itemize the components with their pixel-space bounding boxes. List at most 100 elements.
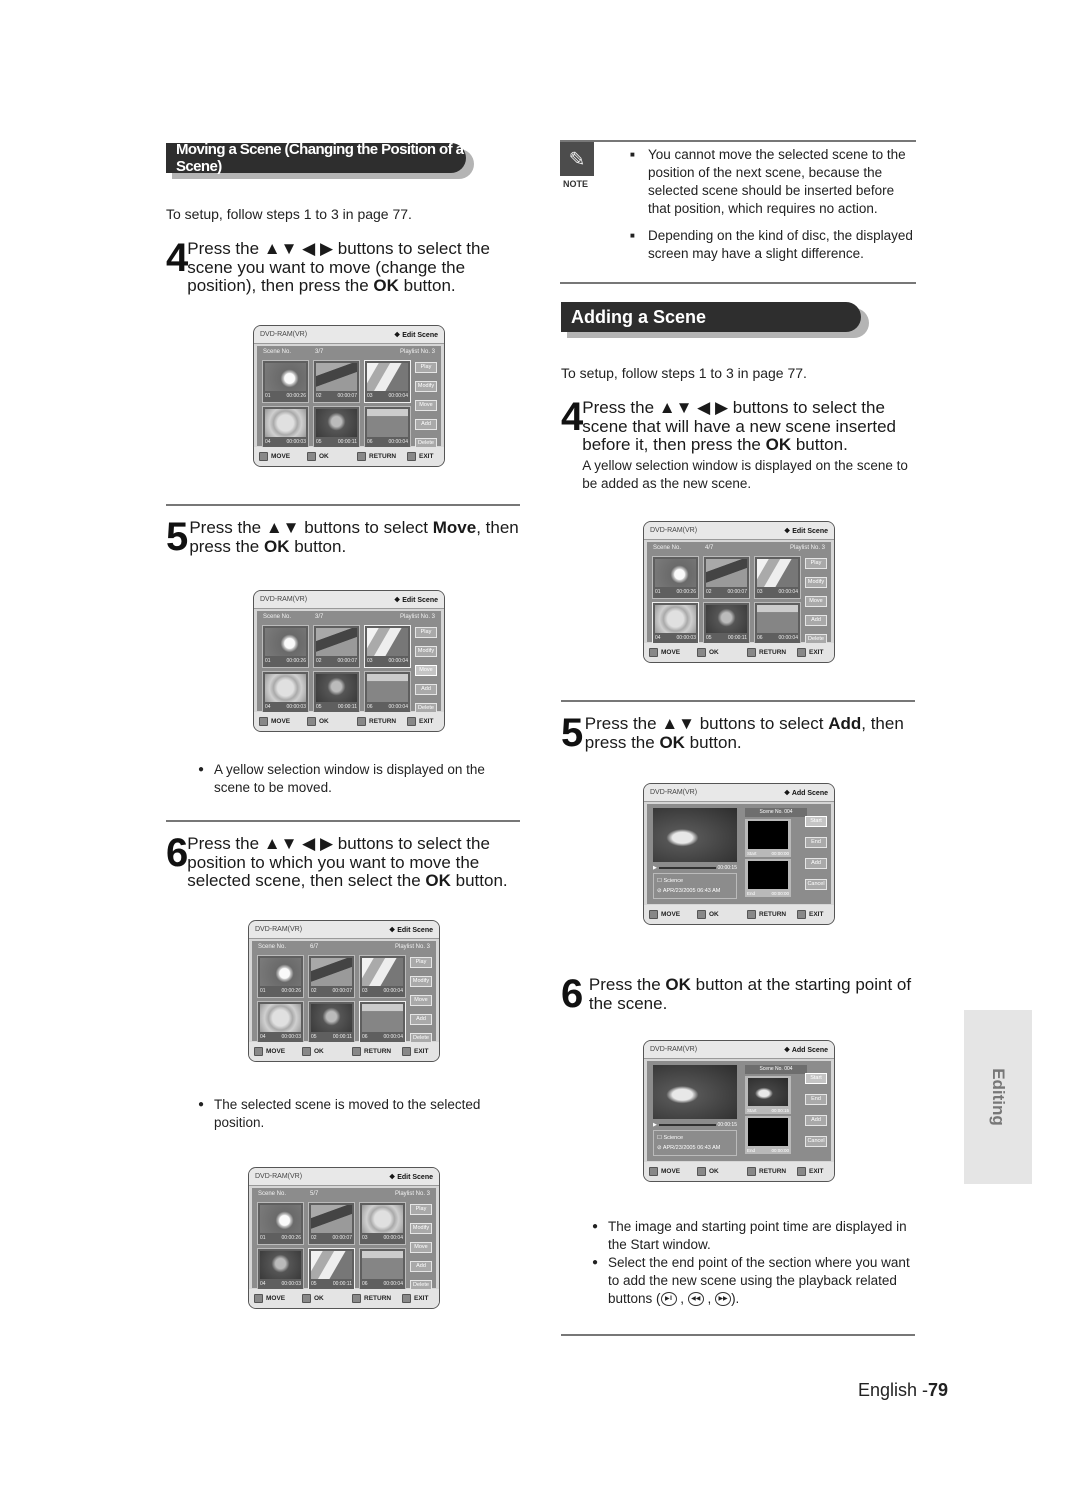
menu-button-end: End [805,1094,827,1105]
screen-body: Scene No. 3/7 Playlist No. 3 01 00:00:26 02 00… [257,346,441,449]
step-subtext: A yellow selection window is displayed o… [582,457,908,491]
screen-title: ❖ Edit Scene [393,331,438,339]
scene-caption: 01 00:00:26 [655,589,696,595]
scene-caption: 05 00:00:11 [316,439,357,445]
progress-bar: ▶ 00:00:15 [653,1122,737,1128]
scene-number: Scene No. 004 [745,808,807,817]
scene-caption: 05 00:00:11 [316,704,357,710]
disc-mode: DVD-RAM(VR) [255,926,303,933]
section-header-moving-scene: Moving a Scene (Changing the Position of… [166,141,474,179]
scene-thumbnail: 06 00:00:04 [364,406,411,449]
scene-thumbnail: 03 00:00:04 [359,955,406,998]
disc-mode: DVD-RAM(VR) [650,789,698,796]
footer-move: MOVE [259,717,307,726]
return-key-icon [357,717,366,726]
footer-return: RETURN [357,452,407,461]
step-text: Press the ▲▼ ◀ ▶ buttons to select the p… [187,834,508,890]
bullet-icon: ● [198,1099,205,1110]
scene-caption: 06 00:00:04 [757,635,798,641]
scene-image [265,674,306,702]
note-list: ■ You cannot move the selected scene to t… [630,146,920,272]
bullet-icon: ● [592,1257,599,1268]
footer-move: MOVE [649,910,697,919]
step-number: 6 [166,831,188,875]
menu-button-play: Play [410,957,432,968]
bullet-icon: ● [592,1221,599,1232]
ok-key-icon [697,648,706,657]
scene-thumbnail: 03 00:00:04 [359,1202,406,1245]
exit-key-icon [797,648,806,657]
menu-button-add: Add [410,1261,432,1272]
screen-footer: MOVE OK RETURN EXIT [254,712,444,731]
scene-image [655,605,696,633]
scene-image [316,674,357,702]
exit-key-icon [797,1167,806,1176]
scene-image [265,628,306,656]
scene-thumbnail: 03 00:00:04 [364,625,411,668]
ok-key-icon [697,910,706,919]
scene-thumbnail: 01 00:00:26 [257,955,304,998]
screen-body: Scene No. 5/7 Playlist No. 3 01 00:00:26 02 00… [252,1188,436,1291]
menu-button-add: Add [415,684,437,695]
return-key-icon [747,648,756,657]
scene-image [362,1251,403,1279]
scene-image [265,363,306,391]
move-key-icon [259,452,268,461]
scene-image [367,628,408,656]
skip-forward-button-icon: ▶▶ [715,1292,732,1307]
menu-button-add: Add [805,1115,827,1126]
ok-key-icon [302,1294,311,1303]
scene-image [316,409,357,437]
scene-thumbnail: 05 00:00:11 [313,406,360,449]
menu-button-move: Move [410,1242,432,1253]
note-top-rule [560,140,916,142]
move-key-icon [649,1167,658,1176]
move-key-icon [649,648,658,657]
scene-caption: 02 00:00:07 [316,658,357,664]
disc-mode: DVD-RAM(VR) [260,596,308,603]
square-bullet-icon: ■ [630,231,635,240]
scene-caption: 02 00:00:07 [316,393,357,399]
menu-button-play: Play [415,362,437,373]
scene-thumbnail: 04 00:00:03 [257,1001,304,1044]
screen-body: ▶ 00:00:15 ☐ Science ⊘ APR/23/2005 06:43 AM… [647,1061,831,1161]
title-info: ☐ Science ⊘ APR/23/2005 06:43 AM [653,873,737,899]
page-number: English -79 [858,1380,949,1400]
footer-move: MOVE [649,1167,697,1176]
screen-header: DVD-RAM(VR) ❖ Edit Scene [254,591,444,609]
return-key-icon [352,1047,361,1056]
note-bottom-rule [560,282,916,284]
scene-image [316,628,357,656]
footer-return: RETURN [352,1294,402,1303]
footer-exit: EXIT [797,910,823,919]
menu-button-move: Move [415,400,437,411]
scene-caption: 01 00:00:26 [265,393,306,399]
scene-caption: 02 00:00:07 [311,988,352,994]
footer-ok: OK [302,1294,352,1303]
footer-ok: OK [302,1047,352,1056]
scene-thumbnail: 04 00:00:03 [652,602,699,645]
scene-thumbnail: 04 00:00:03 [262,671,309,714]
setup-instruction: To setup, follow steps 1 to 3 in page 77… [166,206,412,222]
scene-thumbnail: 01 00:00:26 [262,360,309,403]
footer-ok: OK [697,910,747,919]
footer-exit: EXIT [797,648,823,657]
scene-image [316,363,357,391]
screen-header: DVD-RAM(VR) ❖ Edit Scene [249,921,439,939]
scene-image [311,1205,352,1233]
scene-image [367,409,408,437]
scene-image [260,1251,301,1279]
note-item: You cannot move the selected scene to th… [648,147,906,216]
scene-thumbnail: 02 00:00:07 [308,955,355,998]
scene-caption: 06 00:00:04 [362,1281,403,1287]
scene-header-row: Scene No. 4/7 Playlist No. 3 [653,545,825,551]
scene-image [706,559,747,587]
footer-move: MOVE [259,452,307,461]
footer-exit: EXIT [797,1167,823,1176]
play-icon: ▶ [653,865,657,871]
skip-back-button-icon: ◀◀ [687,1292,704,1307]
footer-move: MOVE [254,1047,302,1056]
screen-footer: MOVE OK RETURN EXIT [249,1042,439,1061]
scene-thumbnail: 03 00:00:04 [754,556,801,599]
scene-caption: 03 00:00:04 [362,1235,403,1241]
